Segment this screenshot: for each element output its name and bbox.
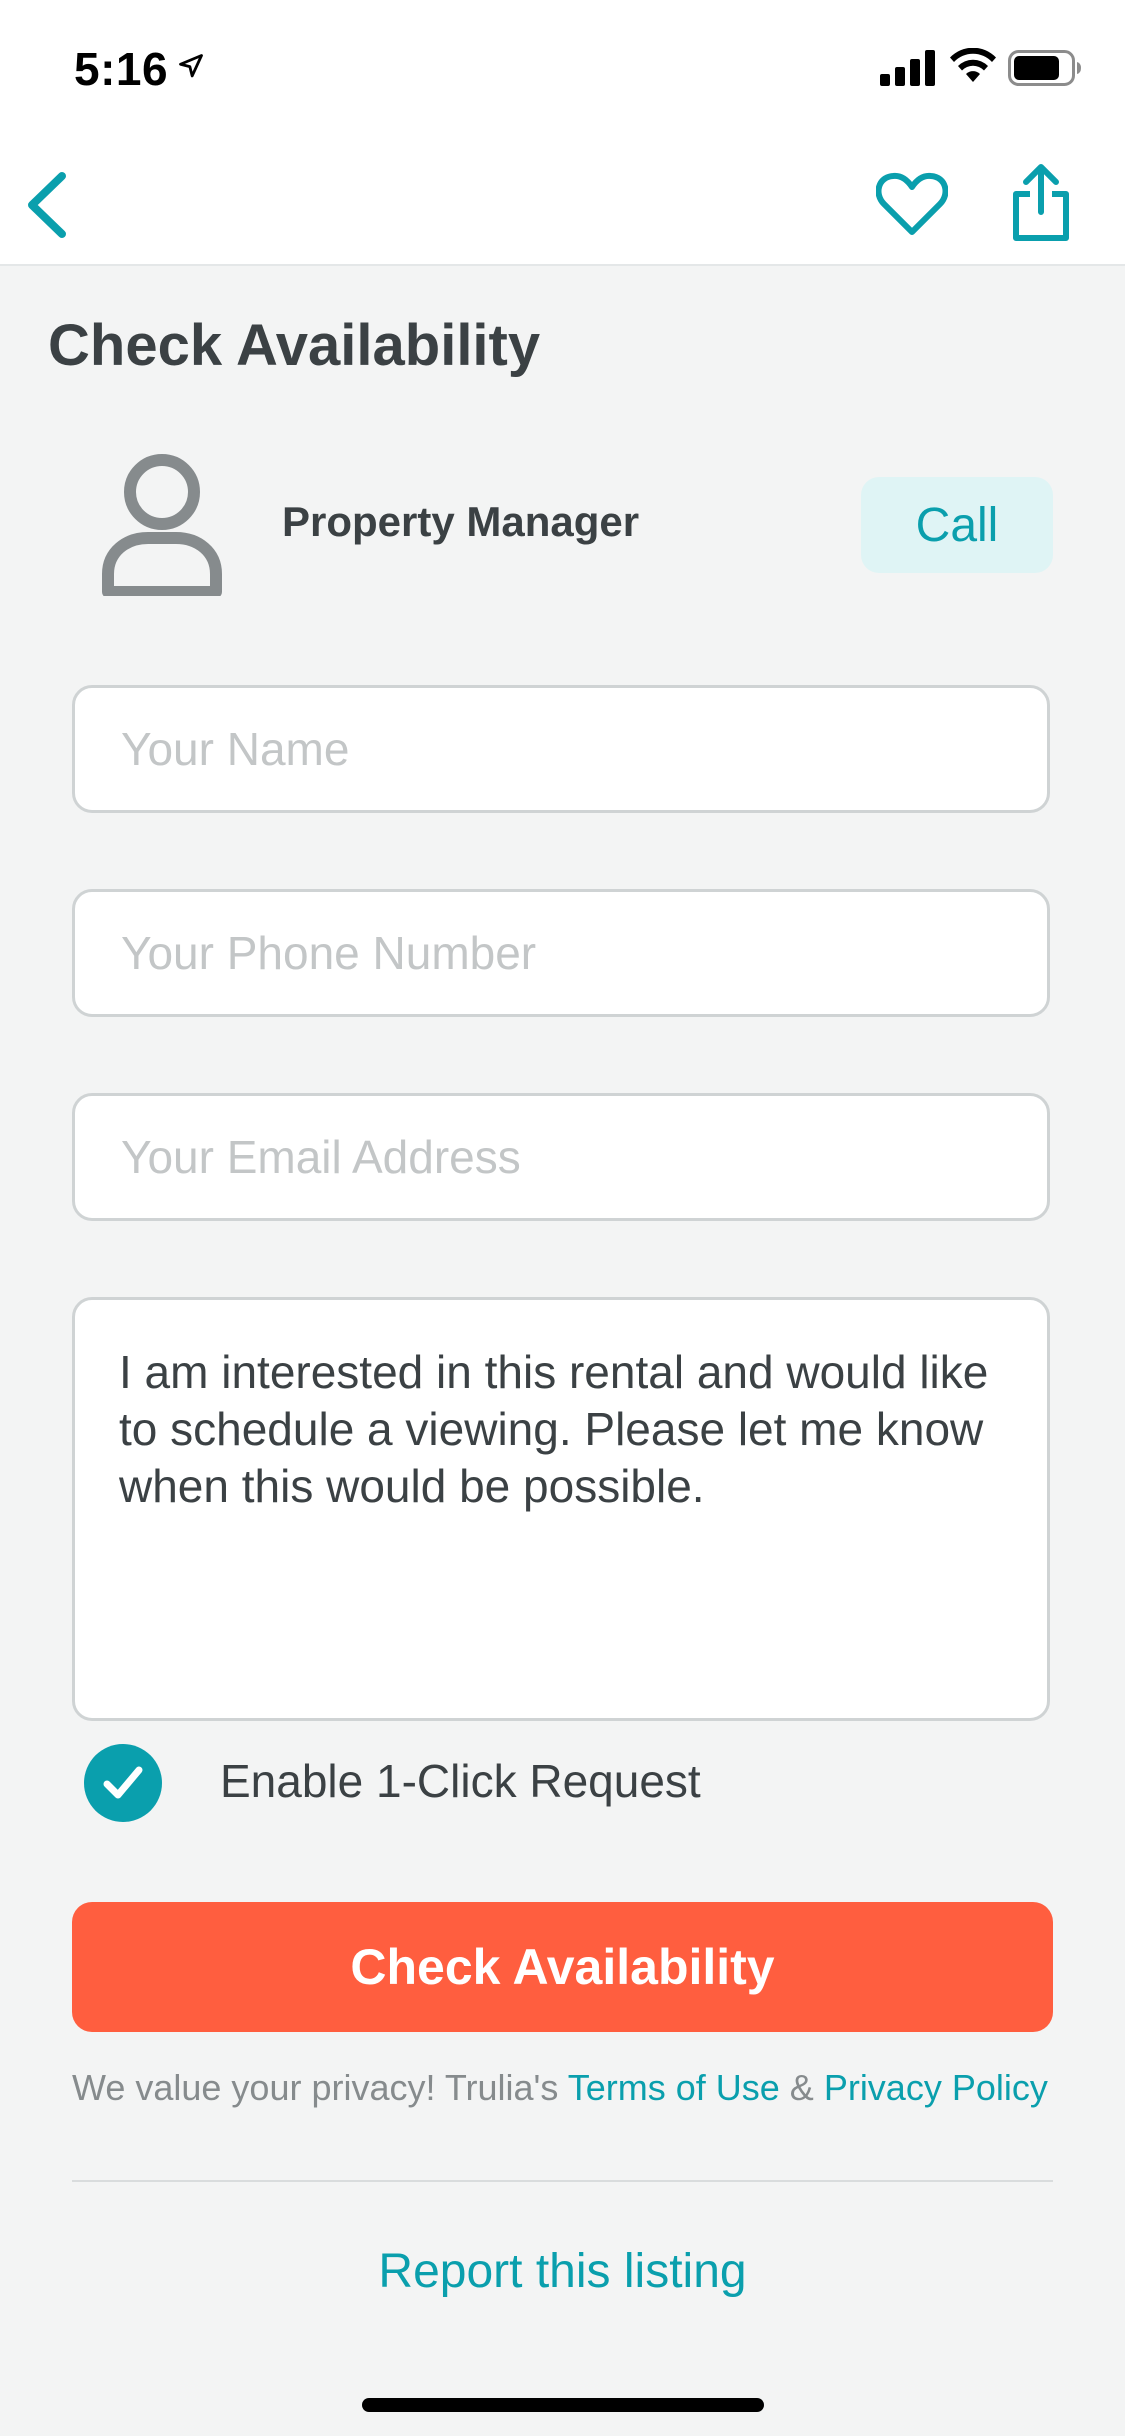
email-input[interactable] bbox=[72, 1093, 1050, 1221]
share-icon[interactable] bbox=[1010, 162, 1072, 242]
message-textarea[interactable]: I am interested in this rental and would… bbox=[72, 1297, 1050, 1721]
wifi-icon bbox=[950, 48, 996, 82]
privacy-text: We value your privacy! Trulia's bbox=[72, 2067, 568, 2108]
divider bbox=[72, 2180, 1053, 2182]
name-input[interactable] bbox=[72, 685, 1050, 813]
person-icon bbox=[102, 454, 222, 596]
battery-icon bbox=[1008, 50, 1081, 86]
check-availability-button[interactable]: Check Availability bbox=[72, 1902, 1053, 2032]
one-click-label: Enable 1-Click Request bbox=[220, 1755, 701, 1807]
privacy-amp: & bbox=[779, 2067, 824, 2108]
call-button[interactable]: Call bbox=[861, 477, 1053, 573]
checkmark-icon bbox=[103, 1766, 143, 1799]
cellular-signal-icon bbox=[880, 50, 935, 86]
terms-of-use-link[interactable]: Terms of Use bbox=[568, 2067, 780, 2108]
contact-name: Property Manager bbox=[282, 498, 640, 545]
chevron-left-icon[interactable] bbox=[20, 170, 80, 240]
page-title: Check Availability bbox=[48, 313, 541, 378]
phone-input[interactable] bbox=[72, 889, 1050, 1017]
heart-icon[interactable] bbox=[876, 172, 948, 236]
privacy-notice: We value your privacy! Trulia's Terms of… bbox=[72, 2066, 1062, 2110]
status-time: 5:16 bbox=[74, 43, 169, 95]
status-bar: 5:16 bbox=[0, 0, 1125, 140]
report-listing-link[interactable]: Report this listing bbox=[0, 2244, 1125, 2299]
privacy-policy-link[interactable]: Privacy Policy bbox=[824, 2067, 1048, 2108]
one-click-checkbox[interactable] bbox=[84, 1744, 162, 1822]
home-indicator bbox=[362, 2398, 764, 2412]
nav-bar bbox=[0, 140, 1125, 266]
location-arrow-icon bbox=[179, 54, 203, 78]
